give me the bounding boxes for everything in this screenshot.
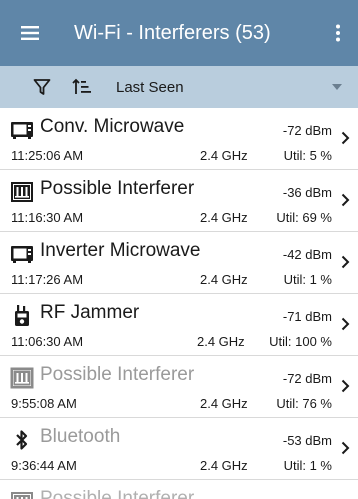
microwave-icon (10, 243, 34, 265)
chevron-right-icon (338, 438, 352, 458)
signal-strength: -53 dBm (282, 433, 332, 448)
interferer-icon (10, 367, 34, 389)
interferer-name: Inverter Microwave (40, 240, 201, 261)
interferer-name: Possible Interferer (40, 178, 195, 199)
band: 2.4 GHz (200, 458, 248, 473)
band: 2.4 GHz (200, 272, 248, 287)
dropdown-caret-icon (322, 66, 352, 108)
utilization: Util: 76 % (276, 396, 332, 411)
utilization: Util: 1 % (283, 272, 332, 287)
bluetooth-icon (10, 429, 34, 451)
utilization: Util: 1 % (283, 458, 332, 473)
sort-icon[interactable] (62, 66, 102, 108)
chevron-right-icon (338, 128, 352, 148)
list-item[interactable]: RF Jammer -71 dBm 11:06:30 AM 2.4 GHz Ut… (0, 294, 358, 356)
microwave-icon (10, 119, 34, 141)
interferer-icon (10, 491, 34, 499)
utilization: Util: 5 % (283, 148, 332, 163)
last-seen-time: 11:06:30 AM (11, 334, 84, 349)
utilization: Util: 69 % (276, 210, 332, 225)
list-item[interactable]: Bluetooth -53 dBm 9:36:44 AM 2.4 GHz Uti… (0, 418, 358, 480)
chevron-right-icon (338, 314, 352, 334)
list-item[interactable]: Possible Interferer -36 dBm 11:16:30 AM … (0, 170, 358, 232)
last-seen-time: 11:17:26 AM (11, 272, 84, 287)
signal-strength: -71 dBm (282, 309, 332, 324)
band: 2.4 GHz (197, 334, 245, 349)
sort-value: Last Seen (116, 78, 184, 96)
interferer-name: Possible Interferer (40, 364, 195, 385)
list-item[interactable]: Conv. Microwave -72 dBm 11:25:06 AM 2.4 … (0, 108, 358, 170)
chevron-right-icon (338, 252, 352, 272)
last-seen-time: 9:55:08 AM (11, 396, 77, 411)
list-item[interactable]: Possible Interferer (0, 480, 358, 499)
interferer-name: RF Jammer (40, 302, 140, 323)
last-seen-time: 11:16:30 AM (11, 210, 84, 225)
signal-strength: -72 dBm (282, 371, 332, 386)
interferer-name: Conv. Microwave (40, 116, 185, 137)
last-seen-time: 11:25:06 AM (11, 148, 84, 163)
chevron-right-icon (338, 376, 352, 396)
interferer-icon (10, 181, 34, 203)
utilization: Util: 100 % (269, 334, 332, 349)
filter-icon[interactable] (22, 66, 62, 108)
last-seen-time: 9:36:44 AM (11, 458, 77, 473)
chevron-right-icon (338, 190, 352, 210)
list-item[interactable]: Inverter Microwave -42 dBm 11:17:26 AM 2… (0, 232, 358, 294)
list-toolbar: Last Seen (0, 66, 358, 108)
hamburger-menu-icon[interactable] (0, 0, 60, 66)
band: 2.4 GHz (200, 396, 248, 411)
interferer-list: Conv. Microwave -72 dBm 11:25:06 AM 2.4 … (0, 108, 358, 499)
page-title: Wi-Fi - Interferers (53) (74, 21, 271, 44)
band: 2.4 GHz (200, 148, 248, 163)
band: 2.4 GHz (200, 210, 248, 225)
jammer-icon (10, 305, 34, 327)
signal-strength: -72 dBm (282, 123, 332, 138)
app-bar: Wi-Fi - Interferers (53) (0, 0, 358, 66)
interferer-name: Bluetooth (40, 426, 121, 447)
list-item[interactable]: Possible Interferer -72 dBm 9:55:08 AM 2… (0, 356, 358, 418)
signal-strength: -36 dBm (282, 185, 332, 200)
overflow-menu-icon[interactable] (318, 0, 358, 66)
sort-select[interactable]: Last Seen (102, 66, 358, 108)
interferer-name: Possible Interferer (40, 488, 195, 499)
signal-strength: -42 dBm (282, 247, 332, 262)
